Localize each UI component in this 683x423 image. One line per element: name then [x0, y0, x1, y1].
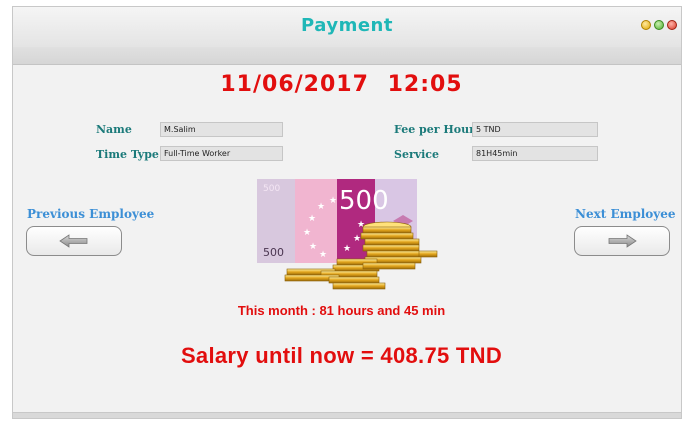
close-button[interactable]	[667, 20, 677, 30]
svg-text:★: ★	[317, 202, 325, 212]
toolbar-strip	[13, 47, 681, 65]
date-text: 11/06/2017	[220, 72, 369, 97]
next-employee-label: Next Employee	[575, 207, 676, 221]
maximize-button[interactable]	[654, 20, 664, 30]
title-bar: Payment	[13, 7, 681, 48]
arrow-right-icon	[608, 234, 637, 248]
arrow-left-icon	[59, 234, 88, 248]
next-employee-button[interactable]	[574, 226, 670, 256]
fee-per-hour-label: Fee per Hour	[394, 123, 475, 136]
time-text: 12:05	[387, 72, 463, 97]
minimize-button[interactable]	[641, 20, 651, 30]
banknote-denomination: 500	[339, 186, 389, 216]
window-controls	[641, 20, 677, 30]
svg-text:★: ★	[319, 250, 327, 260]
name-label: Name	[96, 123, 132, 136]
fee-per-hour-field[interactable]: 5 TND	[472, 122, 598, 137]
time-type-field[interactable]: Full-Time Worker	[160, 146, 283, 161]
date-time-display: 11/06/2017 12:05	[0, 72, 683, 97]
service-label: Service	[394, 148, 440, 161]
money-illustration: ★★ ★★ ★★ ★★ ★ 500 500 500	[257, 179, 438, 290]
svg-text:★: ★	[353, 234, 361, 244]
time-type-label: Time Type	[96, 148, 159, 161]
previous-employee-button[interactable]	[26, 226, 122, 256]
svg-text:★: ★	[308, 214, 316, 224]
status-strip	[13, 412, 681, 418]
previous-employee-label: Previous Employee	[27, 207, 155, 221]
svg-text:500: 500	[263, 184, 280, 194]
svg-text:★: ★	[329, 196, 337, 206]
svg-text:★: ★	[309, 242, 317, 252]
name-field[interactable]: M.Salim	[160, 122, 283, 137]
month-hours-text: This month : 81 hours and 45 min	[237, 303, 446, 318]
svg-text:★: ★	[343, 244, 351, 254]
service-field[interactable]: 81H45min	[472, 146, 598, 161]
banknote-small-number: 500	[263, 246, 284, 259]
window-title: Payment	[301, 15, 393, 36]
svg-text:★: ★	[303, 228, 311, 238]
salary-text: Salary until now = 408.75 TND	[180, 343, 503, 368]
